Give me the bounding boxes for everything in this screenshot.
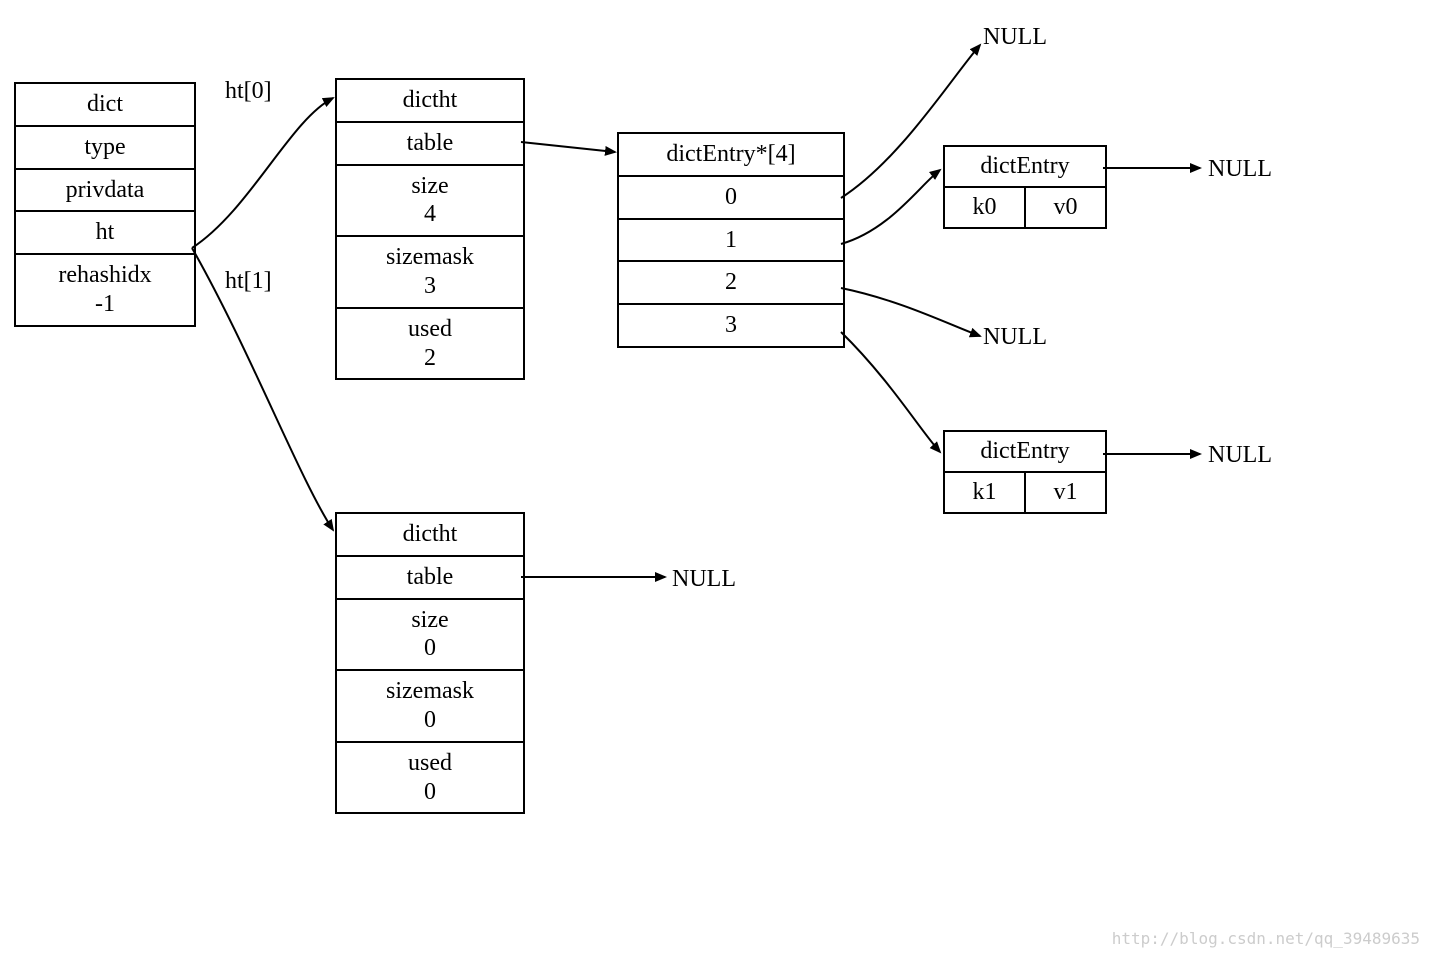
dictht0-struct: dictht table size 4 sizemask 3 used 2	[335, 78, 525, 380]
dict-privdata: privdata	[16, 168, 194, 211]
dictentry1-val: v1	[1026, 473, 1105, 512]
dict-struct: dict type privdata ht rehashidx -1	[14, 82, 196, 327]
dictht1-sizemask-val: 0	[424, 707, 436, 733]
dictht0-sizemask: sizemask 3	[337, 235, 523, 307]
dictht0-size-val: 4	[424, 201, 436, 227]
dictht0-sizemask-label: sizemask	[386, 244, 474, 270]
dict-title: dict	[16, 84, 194, 125]
dictht1-size-val: 0	[424, 635, 436, 661]
dictht0-title: dictht	[337, 80, 523, 121]
dictht0-size: size 4	[337, 164, 523, 236]
dictht1-used-label: used	[408, 750, 452, 776]
dictht1-title: dictht	[337, 514, 523, 555]
table-array: dictEntry*[4] 0 1 2 3	[617, 132, 845, 348]
dictht1-sizemask: sizemask 0	[337, 669, 523, 741]
dictentry1-title: dictEntry	[945, 432, 1105, 473]
null-entry1-right: NULL	[1208, 442, 1272, 469]
dictht0-table: table	[337, 121, 523, 164]
dictht0-sizemask-val: 3	[424, 273, 436, 299]
dictht1-sizemask-label: sizemask	[386, 678, 474, 704]
dictentry0-title: dictEntry	[945, 147, 1105, 188]
dictht0-size-label: size	[411, 173, 448, 199]
dict-rehashidx: rehashidx -1	[16, 253, 194, 325]
null-topright: NULL	[983, 24, 1047, 51]
edge-ht1-label: ht[1]	[225, 268, 272, 295]
table-idx2: 2	[619, 260, 843, 303]
dictht1-used: used 0	[337, 741, 523, 813]
dictentry0-val: v0	[1026, 188, 1105, 227]
null-dictht1-table: NULL	[672, 566, 736, 593]
dict-ht: ht	[16, 210, 194, 253]
table-idx1: 1	[619, 218, 843, 261]
edge-ht0-label: ht[0]	[225, 78, 272, 105]
dictentry0: dictEntry k0 v0	[943, 145, 1107, 229]
table-array-title: dictEntry*[4]	[619, 134, 843, 175]
null-entry0-right: NULL	[1208, 156, 1272, 183]
dictht1-used-val: 0	[424, 779, 436, 805]
dictht1-size: size 0	[337, 598, 523, 670]
dict-type: type	[16, 125, 194, 168]
dictht1-size-label: size	[411, 607, 448, 633]
table-idx3: 3	[619, 303, 843, 346]
table-idx0: 0	[619, 175, 843, 218]
dictentry1: dictEntry k1 v1	[943, 430, 1107, 514]
dictentry0-key: k0	[945, 188, 1026, 227]
dictht1-table: table	[337, 555, 523, 598]
dictht1-struct: dictht table size 0 sizemask 0 used 0	[335, 512, 525, 814]
dict-rehashidx-val: -1	[95, 291, 115, 317]
null-idx2: NULL	[983, 324, 1047, 351]
dictht0-used-val: 2	[424, 345, 436, 371]
dictentry1-key: k1	[945, 473, 1026, 512]
dictht0-used: used 2	[337, 307, 523, 379]
dictht0-used-label: used	[408, 316, 452, 342]
watermark: http://blog.csdn.net/qq_39489635	[1112, 929, 1420, 948]
dict-rehashidx-label: rehashidx	[58, 262, 151, 288]
